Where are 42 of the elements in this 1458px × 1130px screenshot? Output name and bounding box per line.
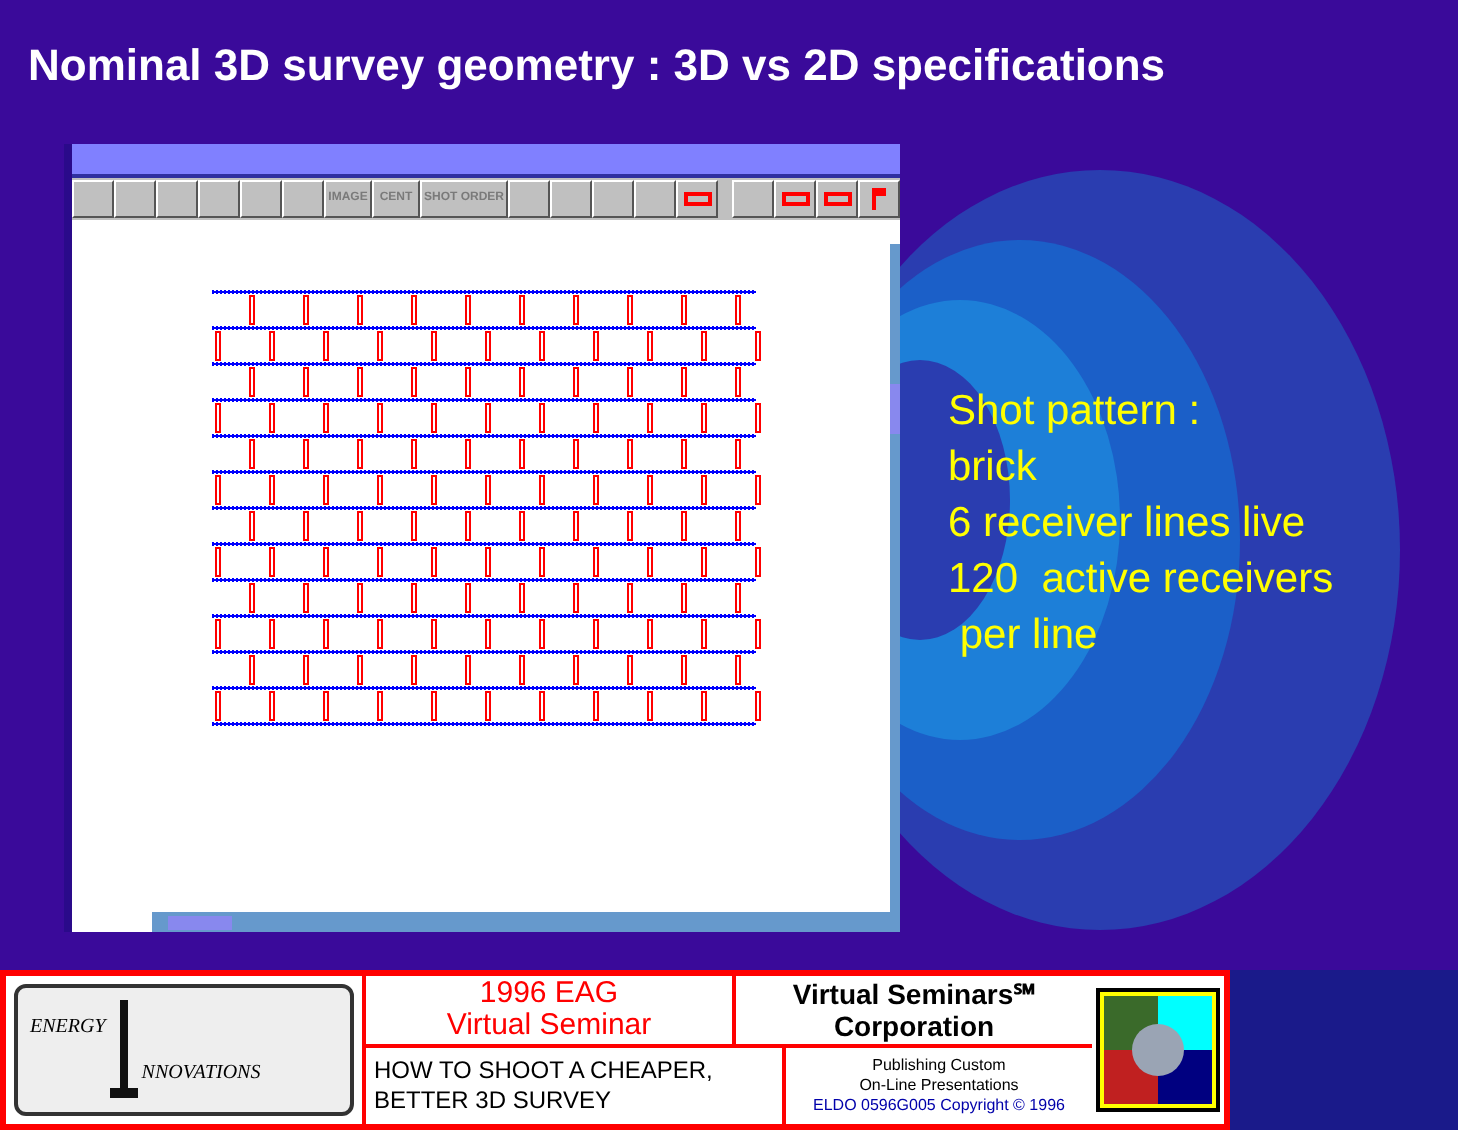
pattern-note: per line — [957, 610, 1100, 662]
toolbar-button[interactable] — [156, 180, 198, 218]
toolbar-button[interactable] — [676, 180, 719, 218]
toolbar-button[interactable] — [198, 180, 240, 218]
toolbar-button[interactable] — [592, 180, 635, 218]
globe-logo — [1096, 988, 1220, 1112]
course-title: BETTER 3D SURVEY — [374, 1086, 613, 1116]
toolbar-button[interactable] — [634, 180, 677, 218]
toolbar-button[interactable] — [774, 180, 816, 218]
toolbar-button[interactable] — [858, 180, 900, 218]
derrick-icon — [109, 1000, 138, 1100]
tagline: On-Line Presentations — [859, 1076, 1019, 1096]
horizontal-scrollbar[interactable] — [152, 912, 900, 932]
pattern-note: brick — [948, 442, 1039, 494]
event-title: Virtual Seminar — [446, 1010, 652, 1042]
pattern-note: 6 receiver lines live — [948, 498, 1308, 550]
event-title: 1996 EAG — [479, 978, 619, 1010]
bar-icon — [823, 192, 851, 206]
toolbar-button[interactable] — [550, 180, 593, 218]
pattern-note: 120 active receivers — [948, 554, 1334, 606]
toolbar-button[interactable] — [732, 180, 774, 218]
toolbar-button[interactable] — [282, 180, 324, 218]
course-title: HOW TO SHOOT A CHEAPER, — [374, 1056, 715, 1086]
slide-title: Nominal 3D survey geometry : 3D vs 2D specifications — [26, 38, 1168, 92]
logo-word: NNOVATIONS — [141, 1060, 261, 1088]
pattern-note: Shot pattern : — [948, 386, 1203, 438]
toolbar-button[interactable] — [816, 180, 858, 218]
toolbar-button[interactable] — [72, 180, 114, 218]
toolbar-button[interactable] — [508, 180, 551, 218]
scrollbar-thumb[interactable] — [168, 915, 232, 929]
bar-icon — [781, 192, 809, 206]
company-name: Corporation — [833, 1010, 995, 1042]
vertical-scrollbar[interactable] — [890, 244, 900, 912]
copyright: ELDO 0596G005 Copyright © 1996 — [813, 1096, 1065, 1116]
company-name: Virtual Seminars℠ — [792, 978, 1036, 1010]
scrollbar-thumb[interactable] — [890, 384, 900, 434]
flag-icon — [872, 188, 886, 210]
tagline: Publishing Custom — [872, 1056, 1006, 1076]
logo-word: ENERGY — [30, 1014, 106, 1042]
toolbar-button[interactable] — [240, 180, 282, 218]
toolbar-button[interactable] — [114, 180, 156, 218]
bar-icon — [683, 192, 712, 206]
